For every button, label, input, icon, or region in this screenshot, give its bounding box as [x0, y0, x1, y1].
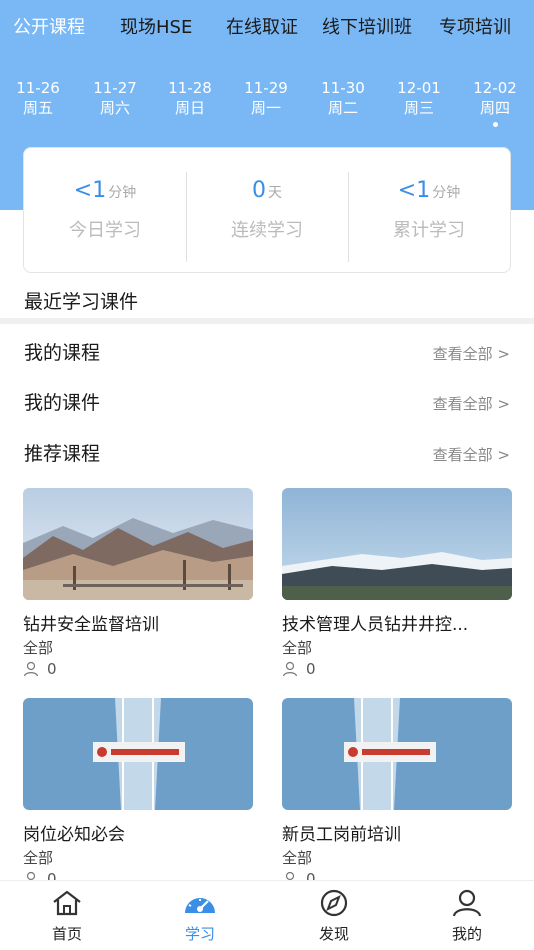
date-label: 11-27 — [93, 79, 137, 97]
section-title: 我的课件 — [24, 392, 101, 414]
weekday-label: 周一 — [250, 99, 281, 117]
date-label: 12-02 — [473, 79, 517, 97]
view-all-link[interactable]: 查看全部 > — [433, 393, 510, 414]
stat-unit: 分钟 — [432, 185, 461, 201]
course-card[interactable]: 新员工岗前培训 全部 0 — [282, 698, 512, 888]
person-icon — [282, 661, 298, 677]
view-all-link[interactable]: 查看全部 > — [433, 343, 510, 364]
date-item[interactable]: 11-30 周二 — [313, 78, 373, 118]
stat-total[interactable]: <1 分钟 累计学习 — [348, 148, 510, 272]
course-card[interactable]: 技术管理人员钻井井控... 全部 0 — [282, 488, 512, 678]
stat-today[interactable]: <1 分钟 今日学习 — [24, 148, 186, 272]
course-title: 钻井安全监督培训 — [23, 615, 159, 635]
date-label: 12-01 — [397, 79, 441, 97]
selected-dot — [492, 122, 498, 127]
course-category: 全部 — [23, 849, 54, 867]
stat-label: 今日学习 — [69, 220, 141, 241]
user-icon — [452, 889, 482, 917]
date-item[interactable]: 11-29 周一 — [236, 78, 296, 118]
course-thumbnail — [23, 488, 253, 600]
nav-home[interactable]: 首页 — [27, 889, 107, 944]
view-all-link[interactable]: 查看全部 > — [433, 444, 510, 465]
nav-label: 发现 — [318, 925, 349, 943]
stat-label: 累计学习 — [393, 220, 465, 241]
tab-public-courses[interactable]: 公开课程 — [13, 14, 85, 42]
weekday-label: 周二 — [327, 99, 358, 117]
section-recommended[interactable]: 推荐课程 查看全部 > — [0, 433, 534, 473]
course-title: 新员工岗前培训 — [282, 825, 401, 845]
course-thumbnail — [282, 698, 512, 810]
date-item-selected[interactable]: 12-02 周四 — [465, 78, 525, 127]
home-icon — [53, 890, 81, 916]
date-item[interactable]: 11-27 周六 — [85, 78, 145, 118]
course-card[interactable]: 岗位必知必会 全部 0 — [23, 698, 253, 888]
learner-count: 0 — [282, 660, 512, 678]
stat-value: <1 — [397, 178, 431, 203]
recent-courseware-title: 最近学习课件 — [24, 291, 139, 313]
weekday-label: 周六 — [99, 99, 130, 117]
section-title: 我的课程 — [24, 342, 101, 364]
date-strip: 11-26 周五 11-27 周六 11-28 周日 11-29 周一 11-3… — [0, 78, 534, 130]
weekday-label: 周五 — [22, 99, 53, 117]
learner-count: 0 — [23, 660, 253, 678]
section-my-courseware[interactable]: 我的课件 查看全部 > — [0, 382, 534, 422]
course-category: 全部 — [282, 849, 313, 867]
tab-onsite-hse[interactable]: 现场HSE — [120, 14, 192, 42]
stat-value: 0 — [252, 178, 266, 203]
course-category: 全部 — [23, 639, 54, 657]
course-thumbnail — [282, 488, 512, 600]
date-item[interactable]: 12-01 周三 — [389, 78, 449, 118]
section-my-courses[interactable]: 我的课程 查看全部 > — [0, 332, 534, 372]
person-icon — [23, 661, 39, 677]
section-title: 推荐课程 — [24, 443, 101, 465]
tab-online-certification[interactable]: 在线取证 — [226, 14, 298, 42]
date-label: 11-30 — [321, 79, 365, 97]
dashboard-icon — [185, 898, 215, 913]
course-card[interactable]: 钻井安全监督培训 全部 0 — [23, 488, 253, 678]
learner-count-value: 0 — [47, 660, 57, 678]
course-title: 技术管理人员钻井井控... — [282, 615, 469, 635]
stat-label: 连续学习 — [231, 220, 303, 241]
section-divider — [0, 318, 534, 324]
nav-label: 首页 — [51, 925, 82, 943]
nav-mine[interactable]: 我的 — [427, 889, 507, 944]
date-label: 11-26 — [16, 79, 60, 97]
stat-unit: 天 — [268, 185, 282, 201]
compass-icon — [320, 889, 348, 917]
learner-count-value: 0 — [306, 660, 316, 678]
tab-offline-training[interactable]: 线下培训班 — [322, 14, 412, 42]
nav-discover[interactable]: 发现 — [294, 889, 374, 944]
stat-value: <1 — [73, 178, 107, 203]
category-tabs: 公开课程 现场HSE 在线取证 线下培训班 专项培训 — [0, 14, 534, 46]
date-label: 11-29 — [244, 79, 288, 97]
weekday-label: 周日 — [174, 99, 205, 117]
date-item[interactable]: 11-26 周五 — [8, 78, 68, 118]
bottom-nav: 首页 学习 发现 我的 — [0, 880, 534, 950]
weekday-label: 周三 — [403, 99, 434, 117]
weekday-label: 周四 — [479, 99, 510, 117]
nav-study[interactable]: 学习 — [160, 889, 240, 944]
course-thumbnail — [23, 698, 253, 810]
nav-label: 学习 — [184, 925, 215, 943]
course-title: 岗位必知必会 — [23, 825, 125, 845]
nav-label: 我的 — [451, 925, 482, 943]
date-item[interactable]: 11-28 周日 — [160, 78, 220, 118]
stat-unit: 分钟 — [108, 185, 137, 201]
course-category: 全部 — [282, 639, 313, 657]
date-label: 11-28 — [168, 79, 212, 97]
tab-special-training[interactable]: 专项培训 — [439, 14, 511, 42]
stat-streak[interactable]: 0天 连续学习 — [186, 148, 348, 272]
study-stats-card: <1 分钟 今日学习 0天 连续学习 <1 分钟 累计学习 — [23, 147, 511, 273]
